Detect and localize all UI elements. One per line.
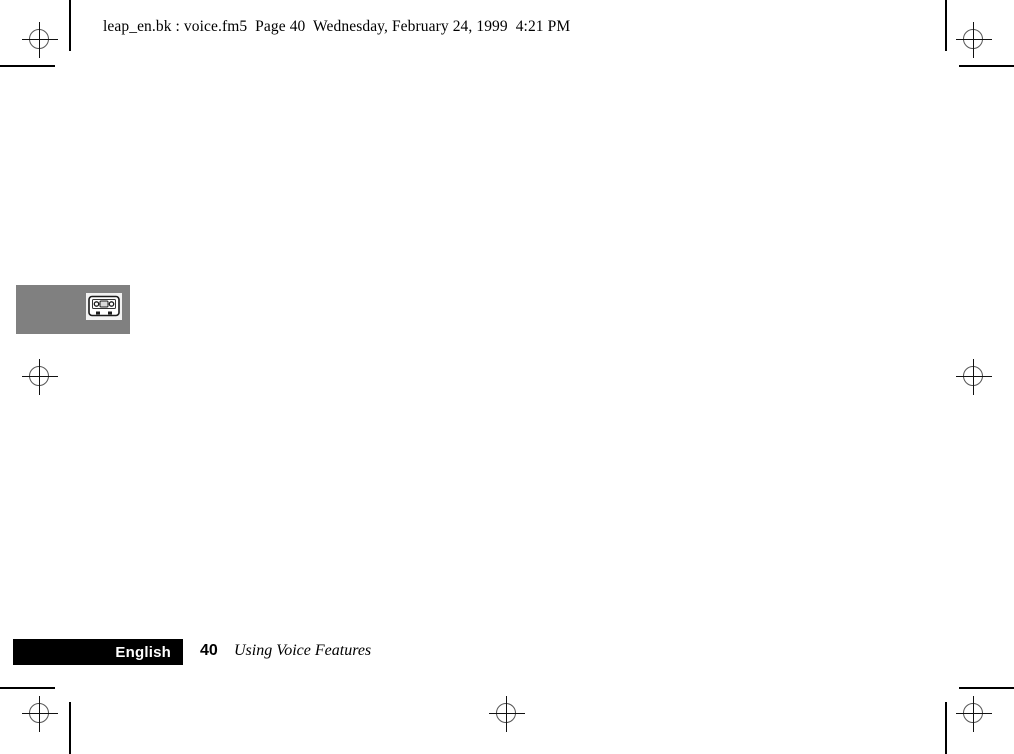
registration-crosshair-vertical (506, 696, 507, 732)
crop-line-top-right-horizontal (959, 65, 1014, 67)
registration-crosshair-vertical (39, 359, 40, 395)
crop-line-top-left-horizontal (0, 65, 55, 67)
registration-crosshair-vertical (973, 22, 974, 58)
registration-mark-bottom-right (956, 696, 992, 732)
figure-gray-block (16, 285, 130, 334)
registration-crosshair-horizontal (956, 376, 992, 377)
manual-page: leap_en.bk : voice.fm5 Page 40 Wednesday… (0, 0, 1014, 754)
registration-mark-right-middle (956, 359, 992, 395)
registration-crosshair-horizontal (956, 713, 992, 714)
registration-mark-top-left (22, 22, 58, 58)
registration-mark-top-right (956, 22, 992, 58)
crop-line-bottom-right-horizontal (959, 687, 1014, 689)
registration-crosshair-vertical (39, 696, 40, 732)
footer-section-title: Using Voice Features (234, 642, 372, 659)
registration-crosshair-vertical (973, 696, 974, 732)
registration-crosshair-horizontal (489, 713, 525, 714)
registration-crosshair-horizontal (22, 376, 58, 377)
crop-line-bottom-right-vertical (945, 702, 947, 754)
registration-crosshair-horizontal (22, 713, 58, 714)
registration-mark-bottom-left (22, 696, 58, 732)
page-body-content-area (69, 66, 946, 687)
crop-line-bottom-left-horizontal (0, 687, 55, 689)
footer-language-tab: English (13, 639, 183, 665)
registration-crosshair-horizontal (956, 39, 992, 40)
crop-line-bottom-left-vertical (69, 702, 71, 754)
cassette-tape-icon (86, 293, 122, 320)
registration-mark-left-middle (22, 359, 58, 395)
footer-page-number: 40 (200, 642, 218, 659)
footer-language-label: English (115, 643, 171, 661)
registration-mark-bottom-center (489, 696, 525, 732)
crop-line-top-right-vertical (945, 0, 947, 51)
print-header-stamp: leap_en.bk : voice.fm5 Page 40 Wednesday… (103, 18, 571, 35)
crop-line-top-left-vertical (69, 0, 71, 51)
registration-crosshair-vertical (39, 22, 40, 58)
registration-crosshair-horizontal (22, 39, 58, 40)
registration-crosshair-vertical (973, 359, 974, 395)
